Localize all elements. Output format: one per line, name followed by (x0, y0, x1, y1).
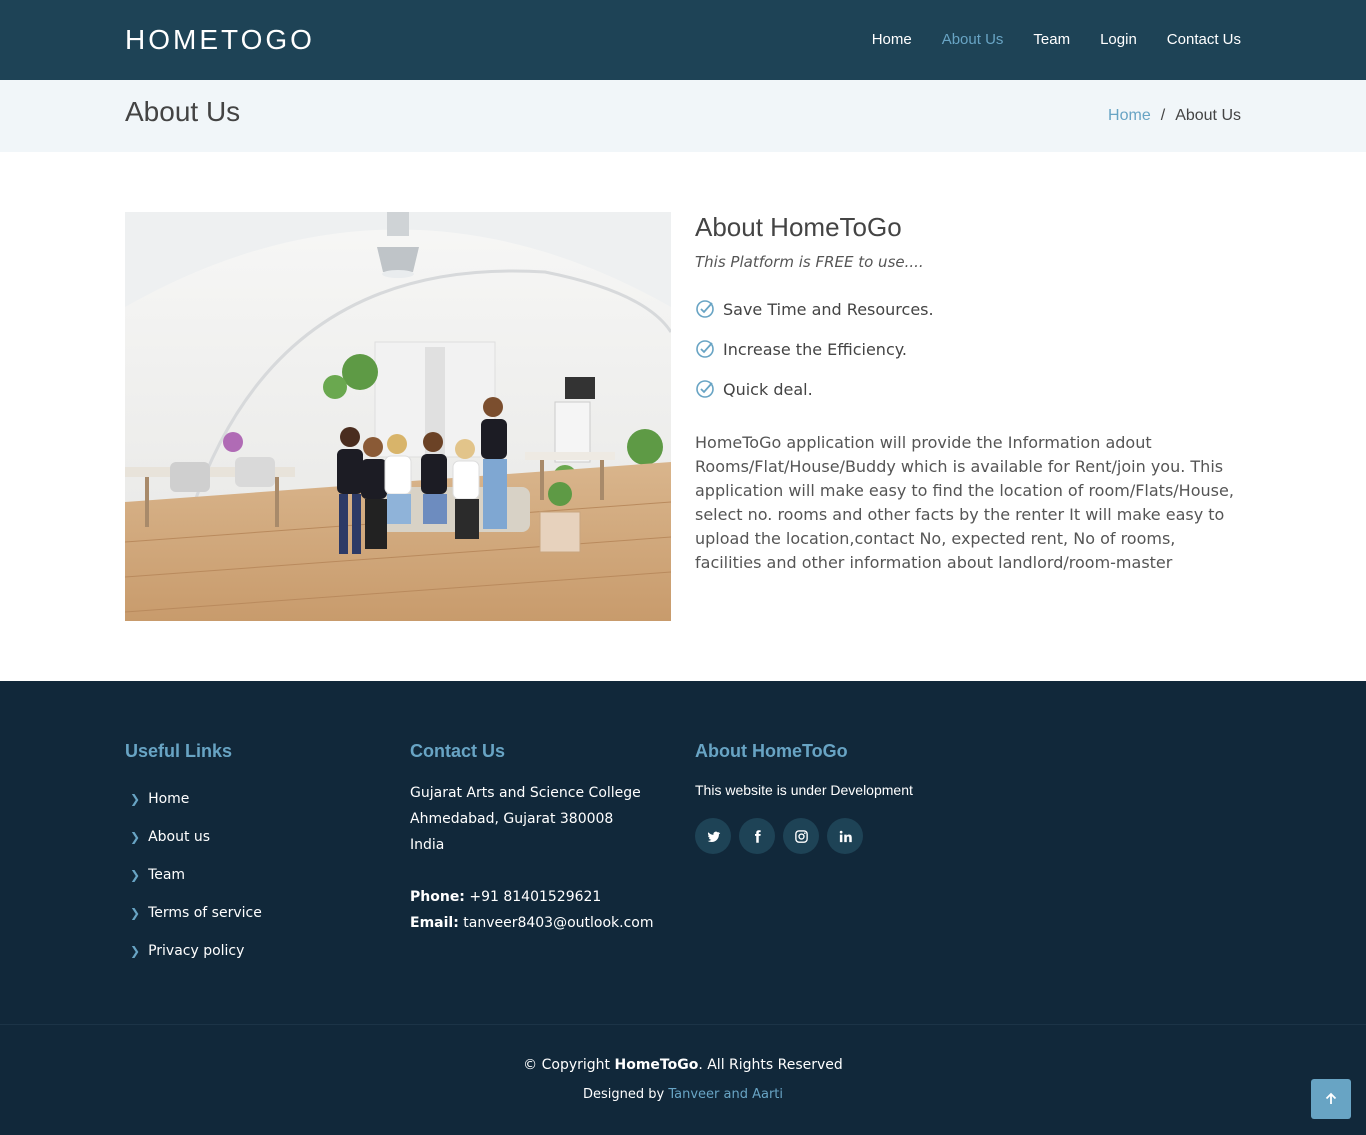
copyright-suffix: . All Rights Reserved (698, 1057, 843, 1073)
copyright: © Copyright HomeToGo. All Rights Reserve… (0, 1057, 1366, 1073)
social-links (695, 818, 913, 854)
about-content: About HomeToGo This Platform is FREE to … (695, 212, 1241, 575)
useful-links-column: Useful Links ❯ Home ❯ About us ❯ Team ❯ Term… (125, 741, 262, 970)
check-circle-icon (696, 300, 714, 318)
chevron-right-icon: ❯ (130, 868, 141, 882)
contact-details: Phone: +91 81401529621 Email: tanveer840… (410, 884, 654, 936)
site-header: HOMETOGO Home About Us Team Login Contac… (0, 0, 1366, 80)
footer-link-about[interactable]: ❯ About us (125, 818, 262, 856)
nav-contact-us[interactable]: Contact Us (1167, 31, 1241, 48)
footer-link-terms[interactable]: ❯ Terms of service (125, 894, 262, 932)
linkedin-icon (839, 830, 852, 842)
chevron-right-icon: ❯ (130, 792, 141, 806)
check-circle-icon (696, 340, 714, 358)
twitter-button[interactable] (695, 818, 731, 854)
copyright-prefix: © Copyright (523, 1057, 611, 1073)
site-footer: Useful Links ❯ Home ❯ About us ❯ Team ❯ Term… (0, 681, 1366, 1135)
useful-links-list: ❯ Home ❯ About us ❯ Team ❯ Terms of service … (125, 780, 262, 970)
linkedin-button[interactable] (827, 818, 863, 854)
phone-row: Phone: +91 81401529621 (410, 884, 654, 910)
chevron-right-icon: ❯ (130, 906, 141, 920)
breadcrumb-bar: About Us Home / About Us (0, 80, 1366, 152)
about-photo (125, 212, 671, 621)
nav-home[interactable]: Home (872, 31, 912, 48)
useful-links-title: Useful Links (125, 741, 233, 761)
page-title: About Us (125, 96, 241, 127)
footer-link-label[interactable]: Privacy policy (148, 943, 244, 959)
footer-about-text: This website is under Development (695, 782, 913, 798)
contact-column: Contact Us Gujarat Arts and Science Coll… (410, 741, 654, 936)
check-circle-icon (696, 380, 714, 398)
credits: Designed by Tanveer and Aarti (0, 1087, 1366, 1102)
chevron-right-icon: ❯ (130, 944, 141, 958)
site-logo[interactable]: HOMETOGO (125, 24, 315, 56)
breadcrumb-separator: / (1160, 107, 1166, 124)
about-column: About HomeToGo This website is under Dev… (695, 741, 913, 854)
footer-divider (0, 1024, 1366, 1025)
credits-link[interactable]: Tanveer and Aarti (668, 1087, 783, 1102)
about-tagline: This Platform is FREE to use.... (695, 253, 924, 271)
about-description: HomeToGo application will provide the In… (695, 433, 1234, 572)
footer-link-team[interactable]: ❯ Team (125, 856, 262, 894)
facebook-button[interactable] (739, 818, 775, 854)
email-label: Email: (410, 915, 459, 931)
twitter-icon (707, 831, 720, 842)
email-row: Email: tanveer8403@outlook.com (410, 910, 654, 936)
back-to-top-button[interactable] (1311, 1079, 1351, 1119)
list-item: Save Time and Resources. (695, 289, 1241, 329)
breadcrumb: Home / About Us (1108, 107, 1241, 125)
list-item: Quick deal. (695, 369, 1241, 409)
feature-list: Save Time and Resources. Increase the Ef… (695, 289, 1241, 409)
feature-text: Save Time and Resources. (723, 299, 934, 319)
feature-text: Increase the Efficiency. (723, 339, 908, 359)
address-line: India (410, 837, 445, 853)
breadcrumb-home-link[interactable]: Home (1108, 107, 1151, 125)
nav-login[interactable]: Login (1100, 31, 1137, 48)
contact-title: Contact Us (410, 741, 506, 761)
phone-value[interactable]: +91 81401529621 (469, 889, 601, 905)
contact-address: Gujarat Arts and Science College Ahmedab… (410, 780, 654, 858)
phone-label: Phone: (410, 889, 465, 905)
credits-prefix: Designed by (582, 1087, 665, 1102)
email-value[interactable]: tanveer8403@outlook.com (463, 915, 653, 931)
instagram-icon (794, 829, 808, 843)
feature-text: Quick deal. (723, 379, 813, 399)
address-line: Ahmedabad, Gujarat 380008 (410, 811, 614, 827)
instagram-button[interactable] (783, 818, 819, 854)
facebook-icon (754, 829, 761, 843)
footer-link-label[interactable]: Team (148, 867, 185, 883)
list-item: Increase the Efficiency. (695, 329, 1241, 369)
chevron-right-icon: ❯ (130, 830, 141, 844)
address-line: Gujarat Arts and Science College (410, 785, 641, 801)
copyright-brand: HomeToGo (614, 1057, 699, 1073)
footer-link-label[interactable]: Terms of service (148, 905, 262, 921)
nav-about-us[interactable]: About Us (942, 31, 1004, 48)
arrow-up-icon (1325, 1092, 1337, 1104)
breadcrumb-current: About Us (1175, 107, 1241, 124)
footer-link-privacy[interactable]: ❯ Privacy policy (125, 932, 262, 970)
about-heading: About HomeToGo (695, 212, 902, 242)
main-nav: Home About Us Team Login Contact Us (872, 31, 1241, 48)
footer-link-home[interactable]: ❯ Home (125, 780, 262, 818)
footer-link-label[interactable]: About us (148, 829, 210, 845)
footer-about-title: About HomeToGo (695, 741, 848, 761)
nav-team[interactable]: Team (1033, 31, 1070, 48)
footer-link-label[interactable]: Home (148, 791, 189, 807)
